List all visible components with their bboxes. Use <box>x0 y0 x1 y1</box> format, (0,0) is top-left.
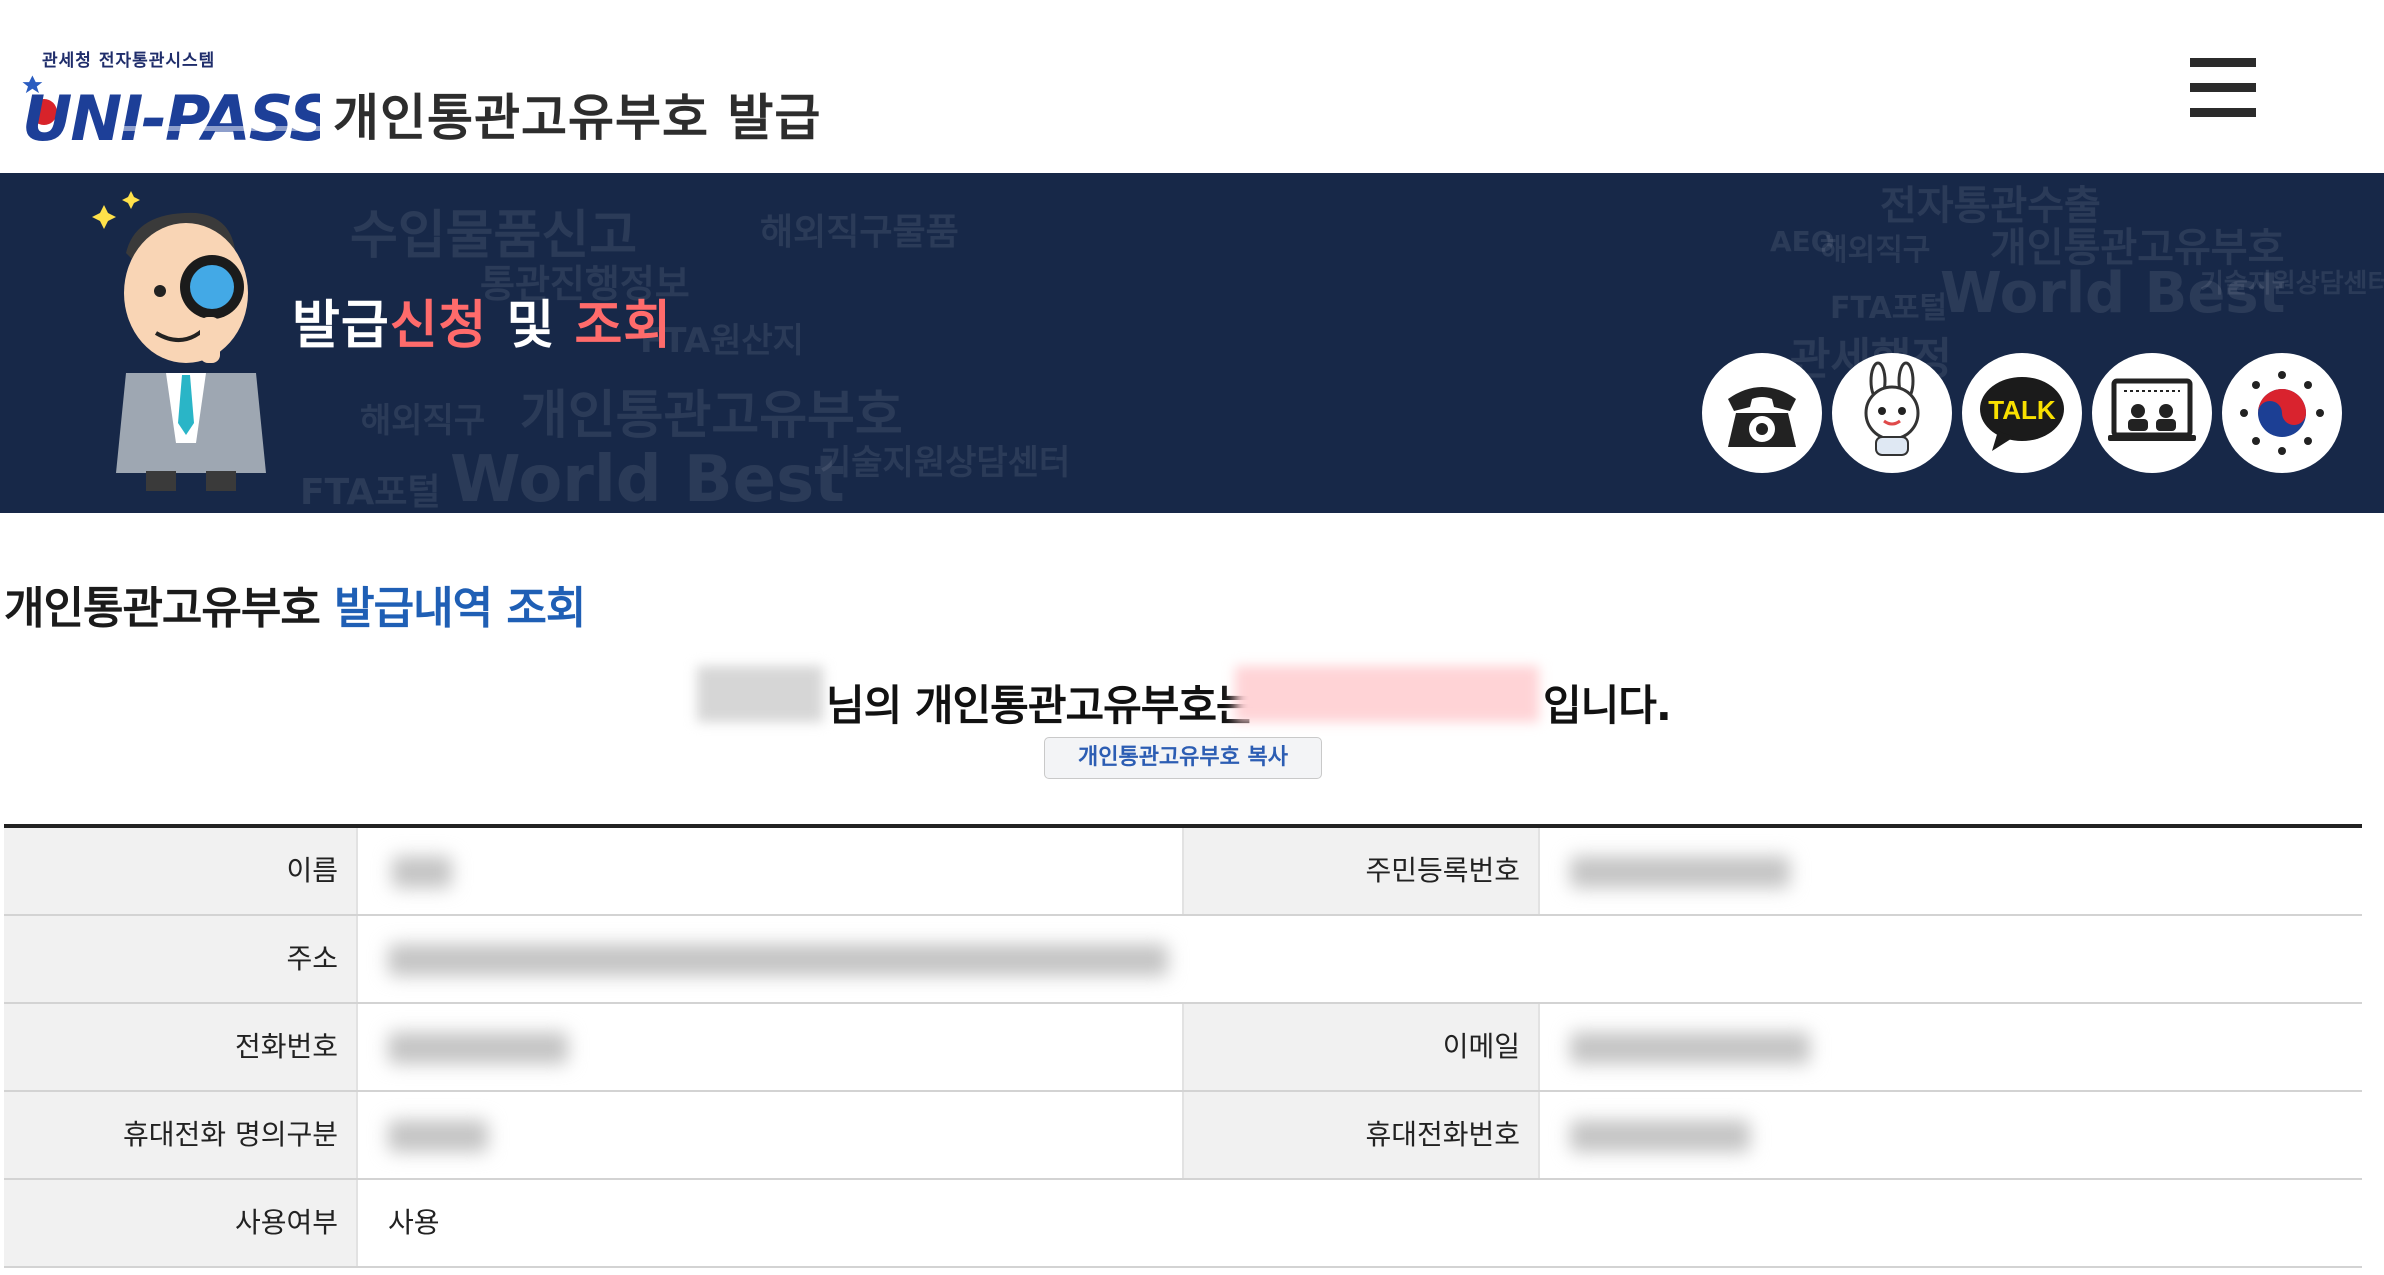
phone-icon[interactable] <box>1702 353 1822 473</box>
banner-title-accent: 조회 <box>574 296 673 356</box>
menu-bar <box>2190 58 2256 67</box>
result-text-prefix: 님의 개인통관고유부호는 <box>826 681 1255 730</box>
redacted-value <box>1570 856 1790 888</box>
hamburger-menu-button[interactable] <box>2190 58 2260 120</box>
name-label: 이름 <box>4 828 356 914</box>
redacted-value <box>388 1032 568 1064</box>
unipass-wordmark: UNI-PASS <box>22 75 320 154</box>
phone-value <box>356 1004 1182 1090</box>
address-label: 주소 <box>4 916 356 1002</box>
chatbot-icon[interactable] <box>1832 353 1952 473</box>
banner-title-accent: 신청 <box>389 296 488 356</box>
table-row: 휴대전화 명의구분 휴대전화번호 <box>4 1092 2362 1180</box>
banner-title-part: 및 <box>487 296 575 356</box>
email-value <box>1538 1004 2362 1090</box>
menu-bar <box>2190 83 2256 92</box>
remote-support-icon[interactable] <box>2092 353 2212 473</box>
redacted-value <box>1570 1032 1810 1064</box>
svg-text:TALK: TALK <box>1988 395 2056 425</box>
resident-number-value <box>1538 828 2362 914</box>
address-value <box>356 916 2362 1002</box>
issuance-details-table: 이름 주민등록번호 주소 전화번호 이메일 휴대전화 명의구분 휴대전화번호 사… <box>4 824 2362 1274</box>
redacted-value <box>388 944 1168 976</box>
section-title: 개인통관고유부호 발급내역 조회 <box>4 572 586 636</box>
redacted-value <box>388 1120 488 1152</box>
redacted-name <box>697 666 823 722</box>
usage-status-value: 사용 <box>356 1180 2362 1266</box>
banner-title: 발급신청 및 조회 <box>292 283 672 358</box>
mobile-owner-type-label: 휴대전화 명의구분 <box>4 1092 356 1178</box>
kakao-talk-icon[interactable]: TALK <box>1962 353 2082 473</box>
redacted-customs-code <box>1235 666 1539 722</box>
svg-text:UNI-PASS: UNI-PASS <box>22 82 320 154</box>
mascot-illustration <box>92 191 266 491</box>
name-value <box>356 828 1182 914</box>
redacted-value <box>392 856 452 888</box>
section-title-main: 개인통관고유부호 <box>4 583 335 634</box>
table-row: 이름 주민등록번호 <box>4 828 2362 916</box>
mobile-owner-type-value <box>356 1092 1182 1178</box>
email-label: 이메일 <box>1182 1004 1538 1090</box>
mobile-number-label: 휴대전화번호 <box>1182 1092 1538 1178</box>
copy-customs-code-button[interactable]: 개인통관고유부호 복사 <box>1044 737 1322 779</box>
resident-number-label: 주민등록번호 <box>1182 828 1538 914</box>
result-message: 님의 개인통관고유부호는 입니다. <box>0 664 2384 730</box>
section-title-highlight: 발급내역 조회 <box>334 583 586 634</box>
table-row: 전화번호 이메일 <box>4 1004 2362 1092</box>
result-text-suffix: 입니다. <box>1543 681 1672 730</box>
menu-bar <box>2190 108 2256 117</box>
usage-status-label: 사용여부 <box>4 1180 356 1266</box>
phone-label: 전화번호 <box>4 1004 356 1090</box>
banner-title-part: 발급 <box>292 296 390 356</box>
hero-banner: 수입물품신고 해외직구물품 통관진행정보 FTA원산지 개인통관고유부호 해외직… <box>0 173 2384 513</box>
redacted-value <box>1570 1120 1750 1152</box>
page-title: 개인통관고유부호 발급 <box>333 89 822 147</box>
top-header: 관세청 전자통관시스템 UNI-PASS 개인통관고유부호 발급 <box>0 0 2384 173</box>
table-row: 주소 <box>4 916 2362 1004</box>
mobile-number-value <box>1538 1092 2362 1178</box>
unipass-logo[interactable]: 관세청 전자통관시스템 UNI-PASS <box>20 44 320 154</box>
table-row: 사용여부 사용 <box>4 1180 2362 1268</box>
government-emblem-icon[interactable] <box>2222 353 2342 473</box>
